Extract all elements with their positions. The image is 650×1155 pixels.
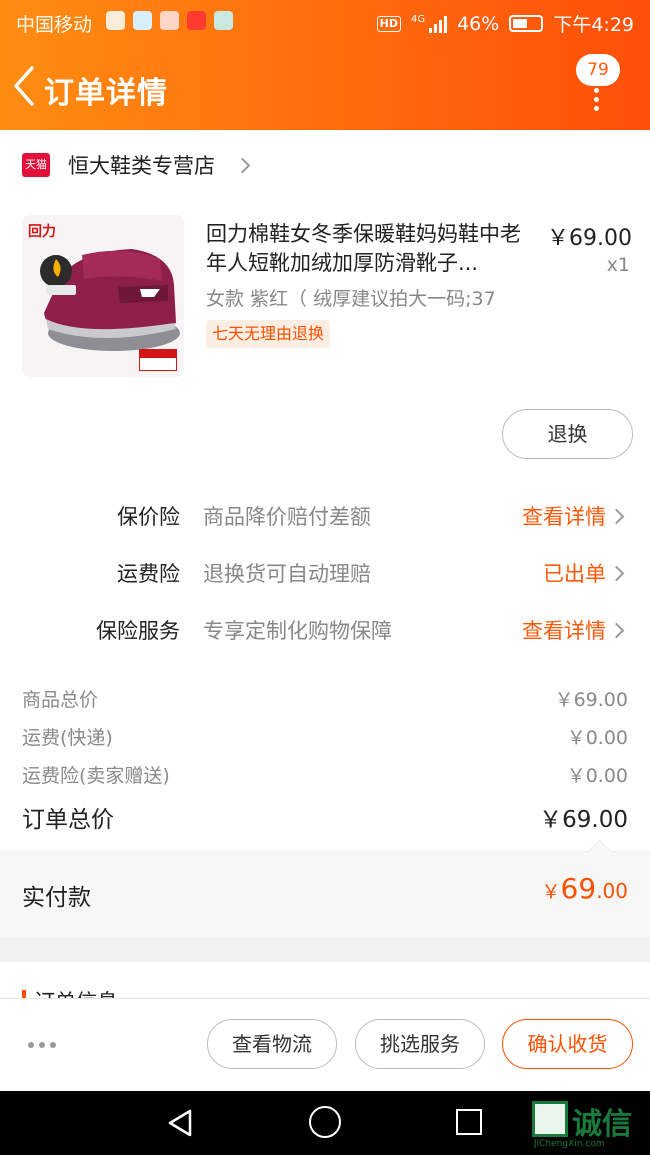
order-card: 天猫 恒大鞋类专营店 回力 回力棉鞋女冬季保暖鞋妈妈鞋中老年人短靴加绒加厚防滑靴… [0, 130, 650, 937]
carrier-label: 中国移动 [16, 14, 93, 36]
fee-label: 运费险(卖家赠送) [22, 765, 170, 787]
product-title[interactable]: 回力棉鞋女冬季保暖鞋妈妈鞋中老年人短靴加绒加厚防滑靴子... [206, 220, 538, 278]
nav-back-icon[interactable] [166, 1108, 196, 1138]
watermark: 诚信 JiChengXin.com [532, 1101, 650, 1149]
service-desc: 商品降价赔付差额 [203, 505, 371, 529]
service-row-insurance[interactable]: 保险服务 专享定制化购物保障 查看详情 [0, 610, 650, 650]
watermark-sub: JiChengXin.com [534, 1139, 605, 1149]
paid-amount-box: 实付款 ￥69.00 [0, 851, 650, 937]
service-label: 保险服务 [96, 619, 180, 643]
product-quantity: x1 [606, 254, 630, 276]
signal-icon: 4G [410, 13, 448, 33]
nav-bar: 订单详情 79 [0, 44, 650, 130]
hd-icon: HD [376, 15, 401, 32]
fee-label: 商品总价 [22, 689, 99, 711]
more-horizontal-icon[interactable] [28, 1042, 56, 1048]
product-image[interactable]: 回力 [22, 215, 184, 377]
nav-home-icon[interactable] [309, 1106, 341, 1138]
header: 中国移动 HD 4G 46% 下午4:29 订单详情 79 [0, 0, 650, 130]
service-label: 保价险 [117, 505, 180, 529]
confirm-receipt-button[interactable]: 确认收货 [502, 1019, 633, 1069]
service-label: 运费险 [117, 562, 180, 586]
clock: 下午4:29 [553, 14, 634, 36]
shop-name: 恒大鞋类专营店 [68, 154, 215, 178]
return-exchange-button[interactable]: 退换 [502, 409, 633, 459]
fee-label: 运费(快递) [22, 727, 113, 749]
size-tag-icon [139, 349, 177, 371]
status-bar: 中国移动 HD 4G 46% 下午4:29 [0, 0, 650, 44]
map-notification-icon [160, 11, 179, 30]
message-count-badge: 79 [576, 54, 620, 86]
fee-value: ￥69.00 [554, 689, 628, 711]
tmall-icon: 天猫 [22, 153, 50, 177]
order-total-label: 订单总价 [22, 807, 114, 833]
service-action: 已出单 [543, 562, 606, 586]
network-label: 4G [410, 13, 426, 25]
return-policy-badge: 七天无理由退换 [206, 320, 331, 348]
shop-link[interactable]: 天猫 恒大鞋类专营店 [22, 150, 251, 180]
chevron-right-icon [608, 508, 625, 525]
page-title: 订单详情 [44, 76, 168, 111]
watermark-text: 诚信 [572, 1107, 632, 1142]
system-nav-bar: 诚信 JiChengXin.com [0, 1091, 650, 1155]
service-row-price-protection[interactable]: 保价险 商品降价赔付差额 查看详情 [0, 496, 650, 536]
fee-value: ￥0.00 [566, 765, 628, 787]
file-notification-icon [106, 11, 125, 30]
fee-row-goods-total: 商品总价 ￥69.00 [22, 685, 628, 712]
brand-logo: 回力 [28, 224, 56, 240]
product-price: ￥69.00 [547, 226, 632, 251]
nav-recents-icon[interactable] [456, 1109, 482, 1135]
paid-label: 实付款 [22, 885, 91, 911]
order-total-row: 订单总价 ￥69.00 [22, 800, 628, 834]
chat-notification-icon [214, 11, 233, 30]
fee-row-shipping-insurance: 运费险(卖家赠送) ￥0.00 [22, 761, 628, 788]
more-vertical-icon [594, 88, 600, 115]
app-notification-icon [133, 11, 152, 30]
status-right: HD 4G 46% 下午4:29 [376, 10, 634, 37]
service-desc: 专享定制化购物保障 [203, 619, 392, 643]
currency-symbol: ￥ [541, 881, 561, 903]
paid-decimal: .00 [596, 879, 628, 903]
service-action: 查看详情 [522, 505, 606, 529]
order-total-value: ￥69.00 [539, 807, 628, 833]
chevron-right-icon [608, 622, 625, 639]
paid-value: ￥69.00 [542, 872, 628, 905]
notification-icons [106, 11, 233, 30]
back-button[interactable] [8, 62, 42, 110]
chevron-right-icon [234, 157, 251, 173]
service-action: 查看详情 [522, 619, 606, 643]
service-desc: 退换货可自动理赔 [203, 562, 371, 586]
select-service-button[interactable]: 挑选服务 [355, 1019, 485, 1069]
service-row-shipping-insurance[interactable]: 运费险 退换货可自动理赔 已出单 [0, 553, 650, 593]
video-notification-icon [187, 11, 206, 30]
watermark-logo [532, 1101, 568, 1137]
product-sku: 女款 紫红（ 绒厚建议拍大一码;37 [206, 288, 496, 310]
fee-row-shipping: 运费(快递) ￥0.00 [22, 723, 628, 750]
view-logistics-button[interactable]: 查看物流 [207, 1019, 337, 1069]
more-menu-button[interactable]: 79 [576, 54, 622, 114]
battery-percent: 46% [457, 12, 500, 35]
bottom-action-bar: 查看物流 挑选服务 确认收货 [0, 998, 650, 1091]
battery-icon [509, 15, 544, 32]
paid-integer: 69 [560, 872, 597, 905]
fee-value: ￥0.00 [566, 727, 628, 749]
chevron-left-icon [14, 66, 34, 106]
chevron-right-icon [608, 565, 625, 582]
